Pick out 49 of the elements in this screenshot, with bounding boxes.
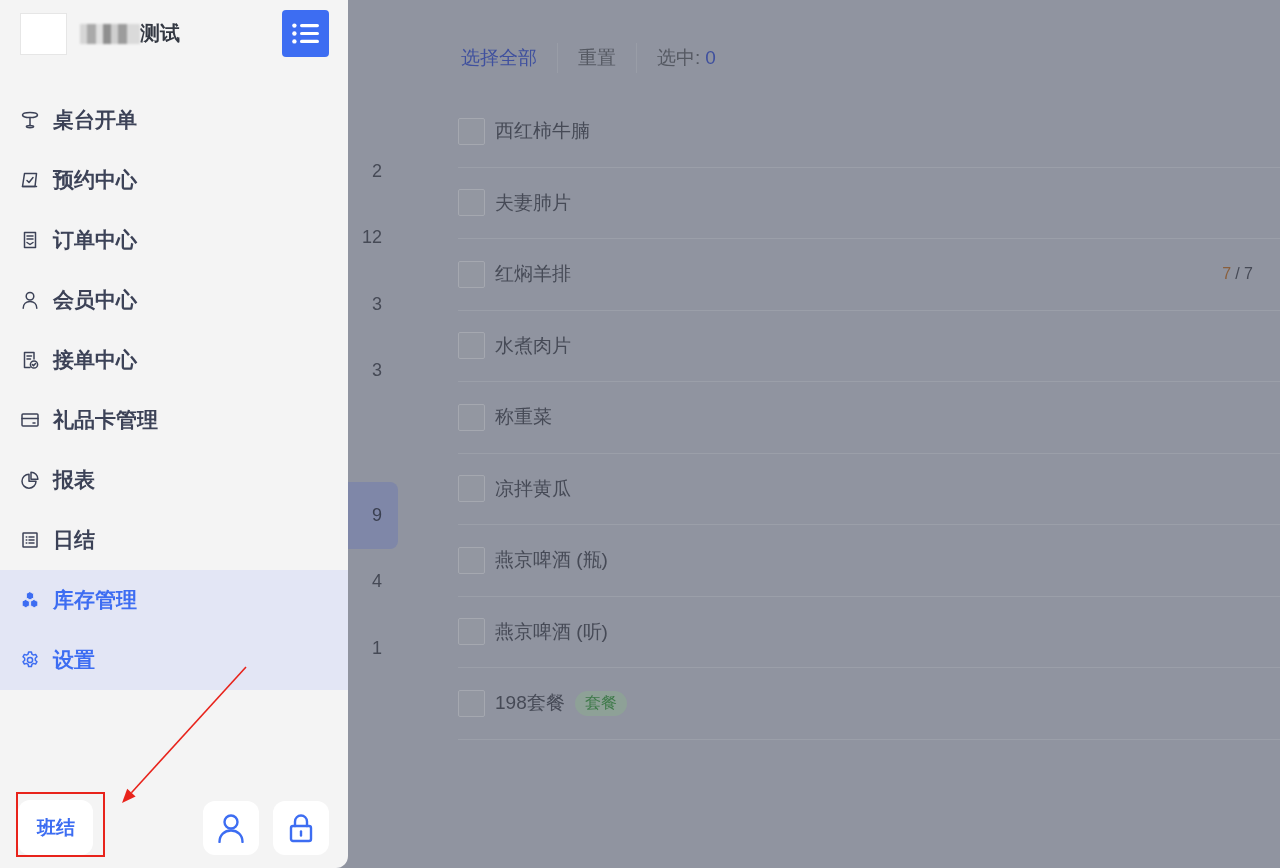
nav-item[interactable]: 日结 [0, 510, 348, 570]
cubes-icon [20, 590, 40, 610]
dish-name: 称重菜 [495, 405, 552, 430]
nav-item[interactable]: 预约中心 [0, 150, 348, 210]
store-name: 测试 [140, 21, 180, 46]
card-icon [20, 410, 40, 430]
selected-count: 0 [705, 47, 716, 69]
category-count[interactable]: 12 [348, 204, 398, 271]
shift-close-button[interactable]: 班结 [18, 800, 93, 855]
dish-name: 夫妻肺片 [495, 190, 571, 215]
dish-name: 西红柿牛腩 [495, 119, 590, 144]
stock-count: 7 [1222, 265, 1232, 284]
menu-button[interactable] [282, 10, 329, 57]
select-all-link[interactable]: 选择全部 [458, 45, 537, 71]
dish-name: 水煮肉片 [495, 333, 571, 358]
nav-item[interactable]: 桌台开单 [0, 90, 348, 150]
nav-item[interactable]: 库存管理 [0, 570, 348, 630]
nav-item[interactable]: 礼品卡管理 [0, 390, 348, 450]
user-icon [20, 290, 40, 310]
dish-name: 燕京啤酒 (听) [495, 619, 608, 644]
lock-button[interactable] [273, 800, 329, 855]
category-count[interactable]: 9 [348, 482, 398, 549]
dish-name: 燕京啤酒 (瓶) [495, 548, 608, 573]
list-icon [20, 530, 40, 550]
stock-total: / 7 [1235, 265, 1253, 284]
user-icon [217, 812, 245, 843]
nav-item[interactable]: 接单中心 [0, 330, 348, 390]
nav-item[interactable]: 设置 [0, 630, 348, 690]
nav-item[interactable]: 订单中心 [0, 210, 348, 270]
reset-button[interactable]: 重置 [578, 45, 616, 71]
category-count[interactable]: 2 [348, 138, 398, 205]
combo-tag: 套餐 [574, 690, 627, 716]
category-count[interactable]: 1 [348, 615, 398, 682]
selected-label: 选中: [657, 46, 701, 70]
account-button[interactable] [203, 800, 259, 855]
pie-chart-icon [20, 470, 40, 490]
dish-name: 凉拌黄瓜 [495, 476, 571, 501]
category-count[interactable]: 3 [348, 271, 398, 338]
category-count[interactable]: 3 [348, 337, 398, 404]
dish-name: 红焖羊排 [495, 262, 571, 287]
photo-placeholder [20, 12, 67, 55]
nav-item[interactable]: 会员中心 [0, 270, 348, 330]
table-icon [20, 110, 40, 130]
settings-icon [20, 650, 40, 670]
menu-icon [292, 23, 319, 44]
nav-item[interactable]: 报表 [0, 450, 348, 510]
dish-name: 198套餐 [495, 691, 565, 716]
lock-icon [287, 812, 315, 843]
category-count[interactable]: 4 [348, 548, 398, 615]
